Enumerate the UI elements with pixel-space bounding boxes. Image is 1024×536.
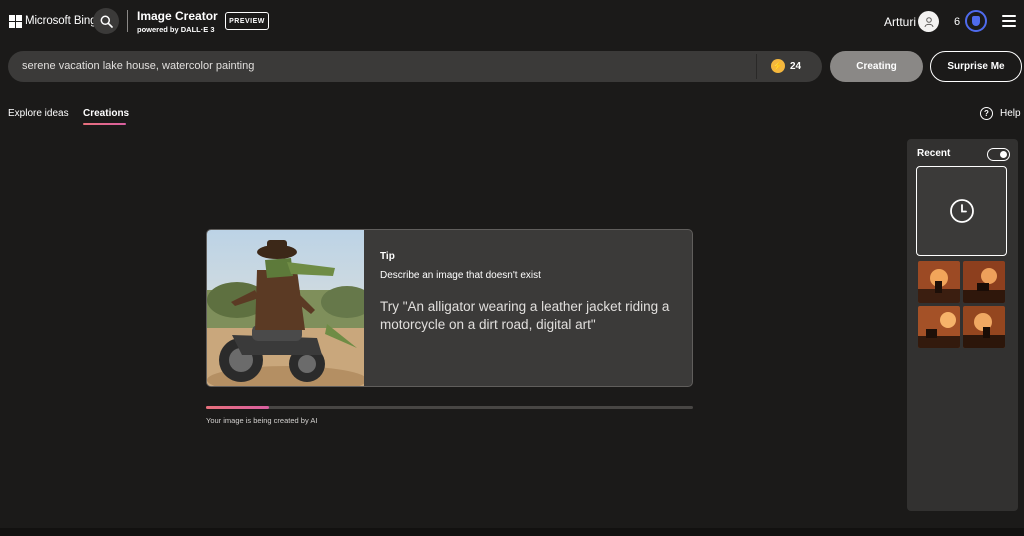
tab-creations[interactable]: Creations [83, 108, 129, 119]
microsoft-logo-icon[interactable] [9, 15, 22, 28]
boost-count[interactable]: 24 [790, 61, 801, 72]
active-tab-indicator [83, 123, 126, 125]
recent-thumbnail[interactable] [918, 306, 960, 348]
tab-explore-ideas[interactable]: Explore ideas [8, 108, 69, 119]
recent-thumbnails [918, 261, 1006, 349]
user-avatar-icon [924, 16, 933, 27]
prompt-input-bar[interactable]: serene vacation lake house, watercolor p… [8, 51, 822, 82]
help-link[interactable]: Help [1000, 108, 1021, 119]
top-header: Microsoft Bing Image Creator powered by … [0, 0, 1024, 44]
creation-progress-bar [206, 406, 693, 409]
search-icon [100, 15, 113, 28]
brand-name[interactable]: Microsoft Bing [25, 15, 97, 27]
recent-thumbnail[interactable] [918, 261, 960, 303]
boost-icon[interactable]: ⚡ [771, 59, 785, 73]
header-divider [127, 10, 128, 32]
recent-panel: Recent [907, 139, 1018, 511]
prompt-divider [756, 54, 757, 79]
recent-thumbnail[interactable] [963, 306, 1005, 348]
recent-toggle[interactable] [987, 148, 1010, 161]
recent-thumbnail[interactable] [963, 261, 1005, 303]
alligator-motorcycle-image [207, 230, 364, 386]
tip-example-prompt: Try "An alligator wearing a leather jack… [380, 299, 670, 332]
search-button[interactable] [93, 8, 119, 34]
creation-progress-fill [206, 406, 270, 409]
tip-heading: Tip [380, 251, 395, 262]
app-subtitle: powered by DALL·E 3 [137, 25, 215, 34]
user-avatar-button[interactable] [918, 11, 939, 32]
clock-icon [949, 199, 974, 223]
tip-description: Describe an image that doesn't exist [380, 270, 541, 281]
recent-title: Recent [917, 148, 951, 159]
surprise-me-button[interactable]: Surprise Me [930, 51, 1022, 82]
menu-icon[interactable] [1002, 15, 1016, 27]
bottom-strip [0, 528, 1024, 536]
help-icon[interactable]: ? [980, 107, 993, 120]
progress-label: Your image is being created by AI [206, 416, 318, 425]
create-button[interactable]: Creating [830, 51, 923, 82]
recent-in-progress-item[interactable] [916, 166, 1007, 256]
rewards-count[interactable]: 6 [954, 16, 960, 28]
user-name[interactable]: Artturi [884, 15, 916, 29]
rewards-medal-icon[interactable] [965, 10, 987, 32]
app-title[interactable]: Image Creator [137, 9, 218, 23]
preview-badge: PREVIEW [225, 12, 269, 30]
prompt-input[interactable]: serene vacation lake house, watercolor p… [22, 60, 254, 72]
tip-card: Tip Describe an image that doesn't exist… [206, 229, 693, 387]
